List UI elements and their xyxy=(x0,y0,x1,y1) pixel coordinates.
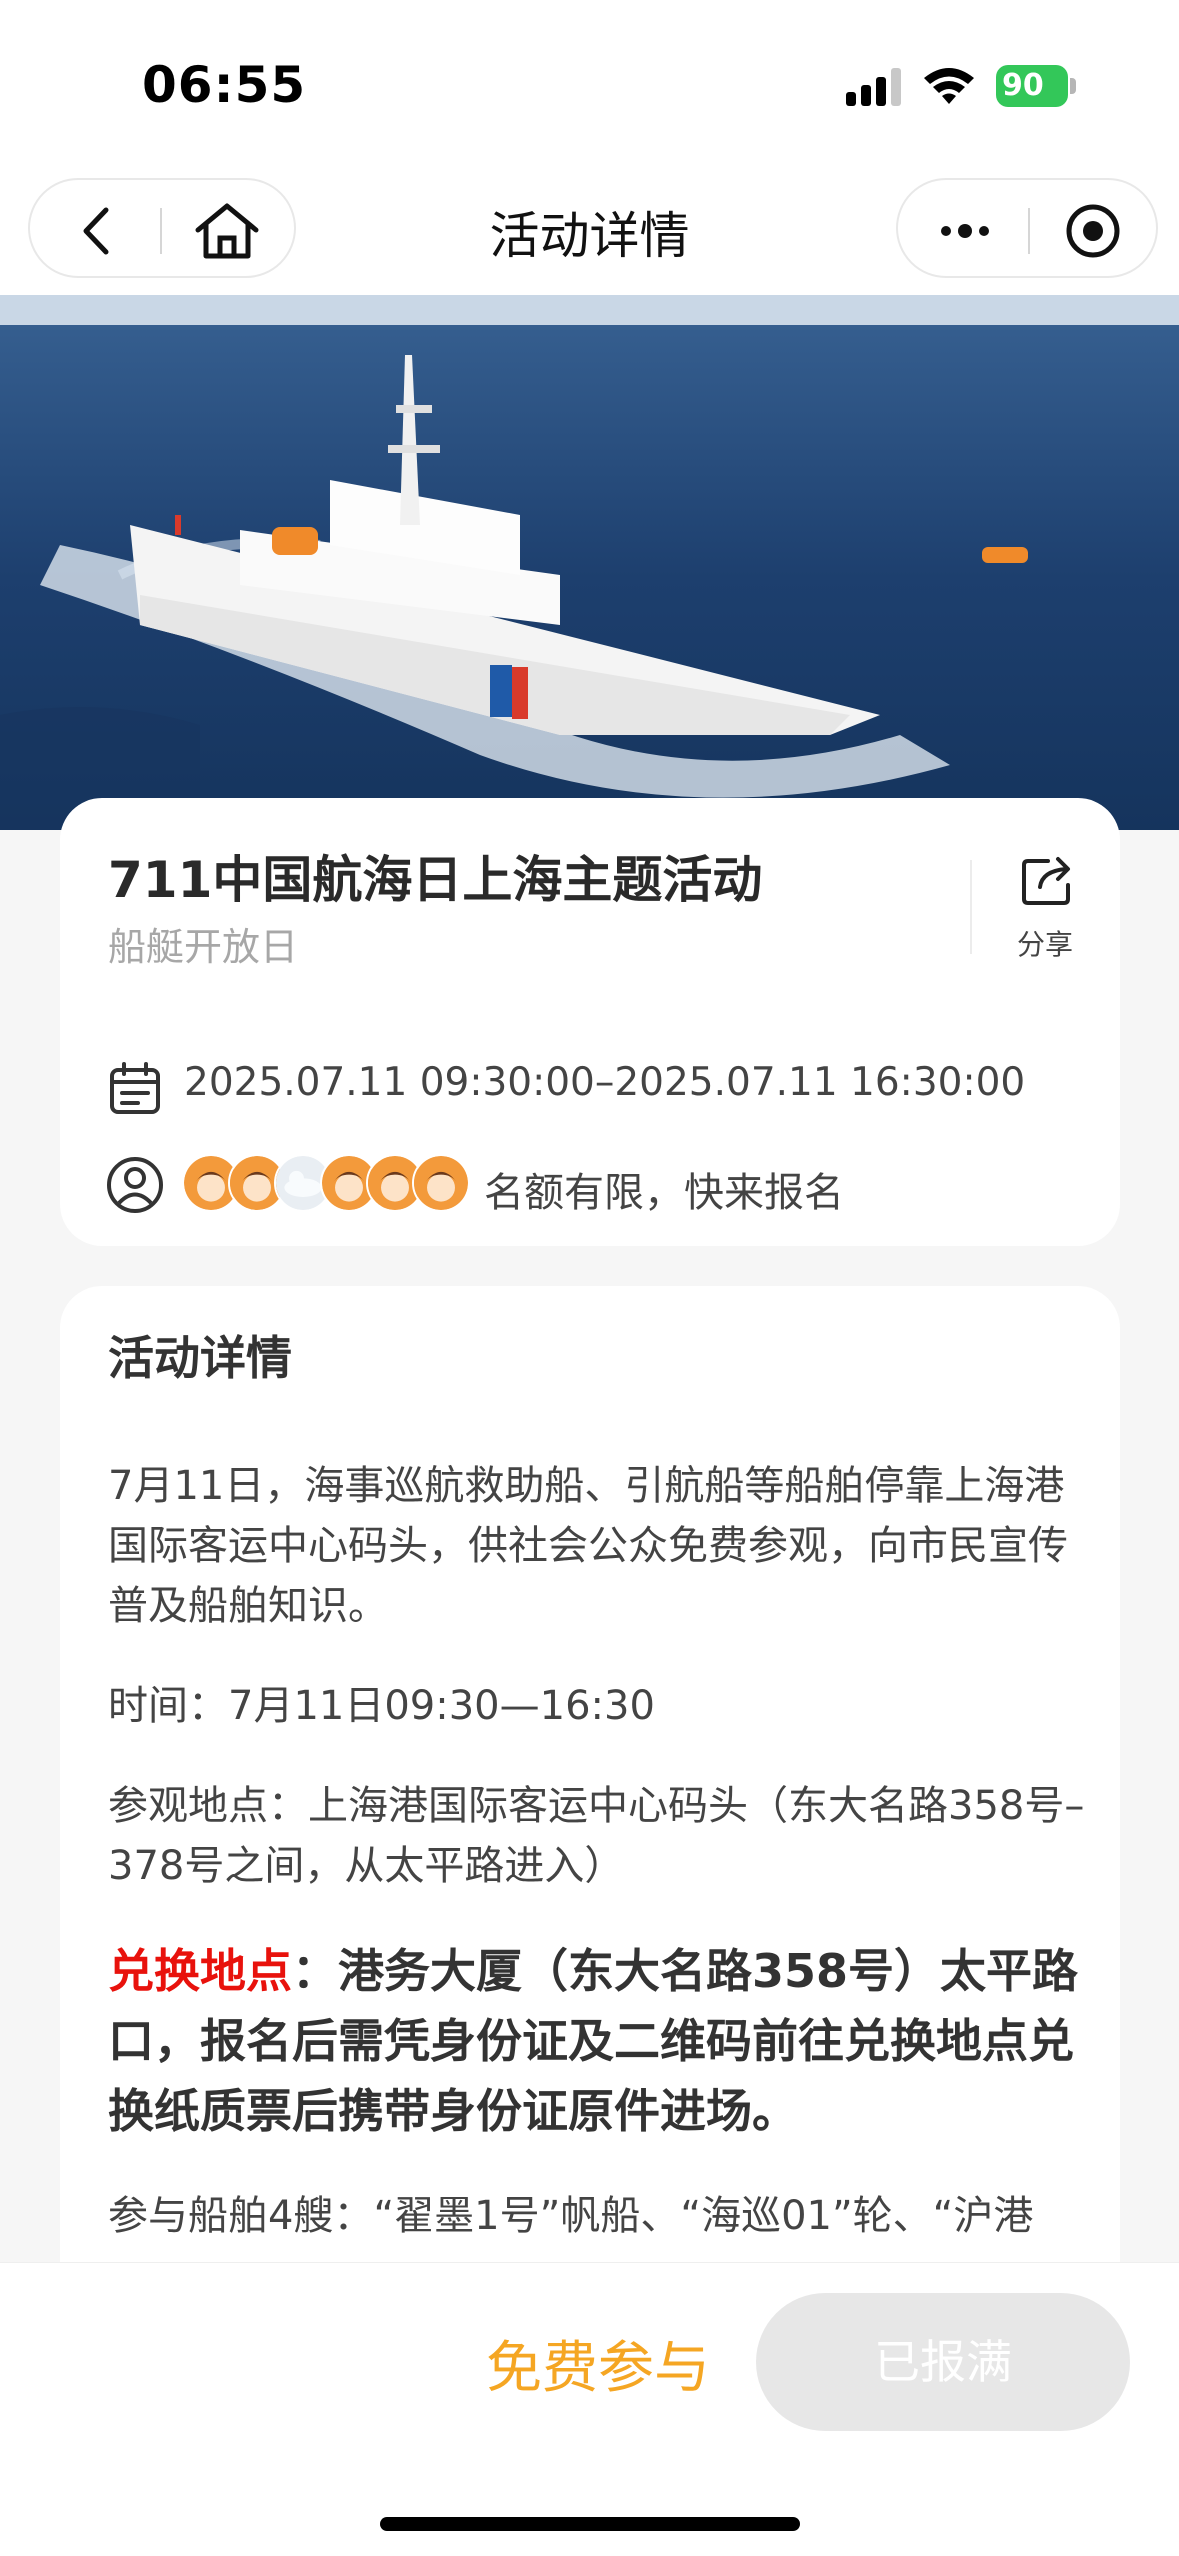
battery-icon: 90 xyxy=(996,65,1076,107)
nav-bar: 活动详情 xyxy=(0,170,1179,295)
detail-exchange: 兑换地点：港务大厦（东大名路358号）太平路口，报名后需凭身份证及二维码前往兑换… xyxy=(108,1936,1098,2146)
event-title: 711中国航海日上海主题活动 xyxy=(108,851,763,909)
share-icon xyxy=(1022,857,1070,905)
detail-intro: 7月11日，海事巡航救助船、引航船等船舶停靠上海港国际客运中心码头，供社会公众免… xyxy=(108,1463,1068,1629)
event-card: 711中国航海日上海主题活动 船艇开放日 分享 2025.07.11 09:30… xyxy=(60,798,1120,1246)
detail-heading: 活动详情 xyxy=(108,1331,292,1385)
exchange-label: 兑换地点 xyxy=(108,1944,292,1998)
event-time: 2025.07.11 09:30:00–2025.07.11 16:30:00 xyxy=(184,1060,1026,1105)
quota-text: 名额有限，快来报名 xyxy=(484,1170,844,1216)
target-icon[interactable] xyxy=(1062,200,1124,262)
detail-time: 时间：7月11日09:30—16:30 xyxy=(108,1683,655,1729)
status-bar: 06:55 90 xyxy=(0,0,1179,170)
calendar-icon xyxy=(110,1062,160,1114)
free-join-label: 免费参与 xyxy=(486,2336,710,2401)
user-icon xyxy=(107,1157,163,1213)
participant-avatars xyxy=(182,1154,482,1214)
screen: 06:55 90 活动详情 711中国航海日上海主题活动 船艇开放日 分享 20… xyxy=(0,0,1179,2556)
wifi-icon xyxy=(924,68,974,104)
more-icon[interactable] xyxy=(934,200,996,262)
share-button[interactable]: 分享 xyxy=(1000,853,1090,963)
detail-ships: 参与船舶4艘：“翟墨1号”帆船、“海巡01”轮、“沪港 xyxy=(108,2193,1034,2239)
bottom-action-bar: 免费参与 已报满 xyxy=(0,2262,1179,2556)
hero-ship-image xyxy=(0,295,1179,830)
avatar xyxy=(412,1154,470,1212)
status-time: 06:55 xyxy=(142,56,307,114)
battery-level: 90 xyxy=(996,65,1068,107)
signal-icon xyxy=(846,68,902,106)
home-indicator xyxy=(380,2517,800,2531)
detail-body: 7月11日，海事巡航救助船、引航船等船舶停靠上海港国际客运中心码头，供社会公众免… xyxy=(108,1456,1098,2286)
nav-capsule-right xyxy=(896,178,1158,278)
registration-full-button[interactable]: 已报满 xyxy=(756,2293,1130,2431)
event-subtitle: 船艇开放日 xyxy=(108,925,299,969)
detail-location: 参观地点：上海港国际客运中心码头（东大名路358号–378号之间，从太平路进入） xyxy=(108,1783,1085,1889)
share-label: 分享 xyxy=(1016,928,1073,961)
